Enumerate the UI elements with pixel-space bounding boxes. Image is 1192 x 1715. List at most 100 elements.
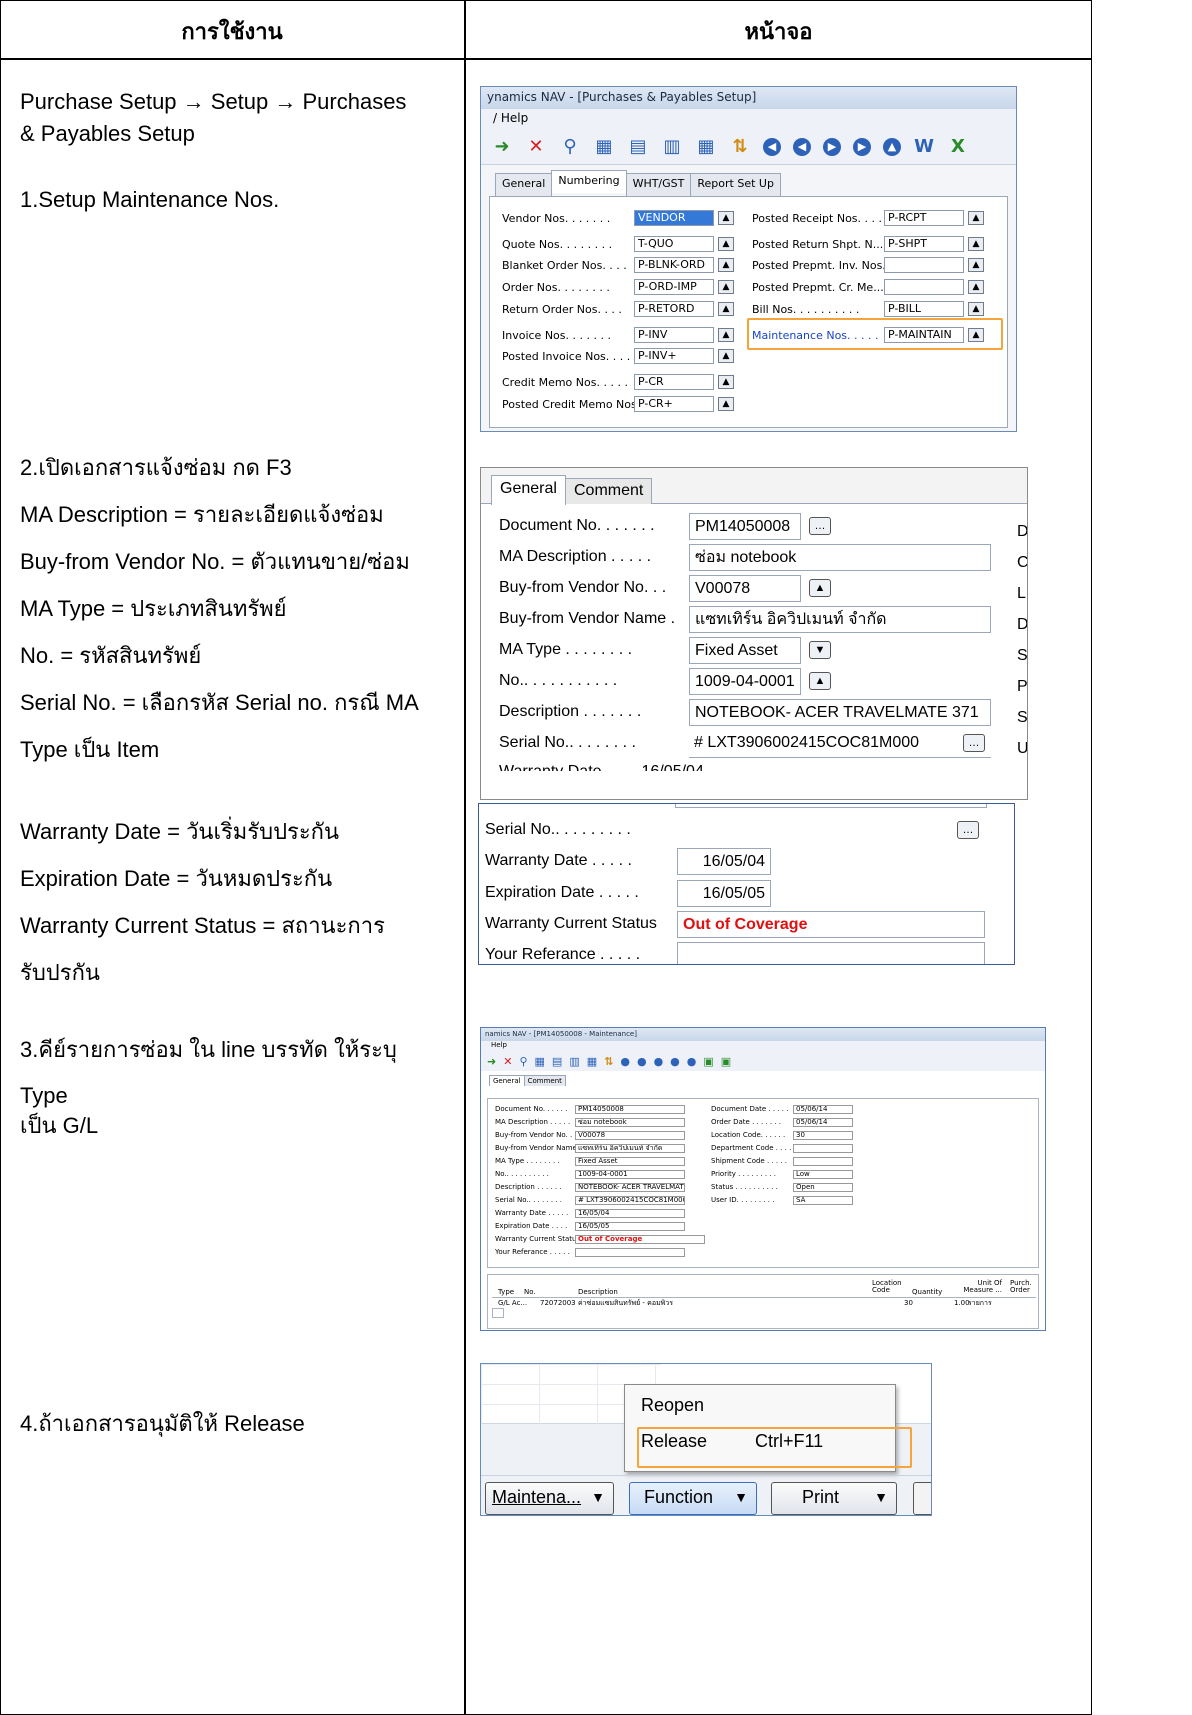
field-value[interactable]: 1009-04-0001 bbox=[575, 1169, 685, 1179]
field-value[interactable]: Out of Coverage bbox=[575, 1234, 705, 1244]
order-nos-field[interactable]: P-ORD-IMP bbox=[634, 279, 714, 295]
tab-comment[interactable]: Comment bbox=[523, 1075, 566, 1086]
asset-no-field[interactable]: 1009-04-0001 bbox=[689, 667, 801, 695]
lookup-icon[interactable]: ▲ bbox=[718, 397, 734, 411]
ellipsis-icon[interactable]: … bbox=[957, 821, 979, 839]
field-value[interactable]: 16/05/05 bbox=[575, 1221, 685, 1231]
field-value[interactable] bbox=[575, 1247, 685, 1257]
warranty-date-field[interactable]: 16/05/04 bbox=[677, 847, 771, 875]
posted-receipt-nos-field[interactable]: P-RCPT bbox=[884, 210, 964, 226]
first-icon[interactable]: ◀ bbox=[763, 137, 781, 156]
lookup-icon[interactable]: ▲ bbox=[718, 328, 734, 342]
field-value[interactable]: 30 bbox=[793, 1130, 853, 1140]
print-button[interactable]: Print ▼ bbox=[771, 1482, 897, 1515]
ma-description-field[interactable]: ซ่อม notebook bbox=[689, 543, 991, 571]
field-value[interactable]: 05/06/14 bbox=[793, 1104, 853, 1114]
list-icon[interactable]: ▦ bbox=[593, 136, 615, 158]
field-value[interactable]: SA bbox=[793, 1195, 853, 1205]
vendor-nos-field[interactable]: VENDOR bbox=[634, 210, 714, 226]
ellipsis-icon[interactable]: … bbox=[963, 734, 985, 752]
vendor-name-field[interactable]: แซทเทิร์น อิควิปเมนท์ จำกัด bbox=[689, 605, 991, 633]
lookup-icon[interactable]: ▲ bbox=[718, 211, 734, 225]
lookup-icon[interactable]: ▲ bbox=[718, 349, 734, 363]
blanket-order-nos-field[interactable]: P-BLNK-ORD bbox=[634, 257, 714, 273]
lookup-icon[interactable]: ▲ bbox=[718, 237, 734, 251]
field-value[interactable]: V00078 bbox=[575, 1130, 685, 1140]
posted-prepmt-inv-nos-field[interactable] bbox=[884, 257, 964, 273]
credit-memo-nos-field[interactable]: P-CR bbox=[634, 374, 714, 390]
dropdown-icon[interactable]: ▼ bbox=[809, 641, 831, 659]
excel-icon[interactable]: ▣ bbox=[721, 1055, 731, 1068]
tab-report-setup[interactable]: Report Set Up bbox=[690, 173, 781, 196]
grid-icon[interactable]: ▦ bbox=[695, 136, 717, 158]
word-icon[interactable]: W bbox=[913, 136, 935, 158]
field-value[interactable]: 16/05/04 bbox=[575, 1208, 685, 1218]
field-value[interactable]: # LXT3906002415COC81M000 bbox=[575, 1195, 685, 1205]
lookup-icon[interactable]: ▲ bbox=[718, 280, 734, 294]
tab-general[interactable]: General bbox=[491, 475, 566, 505]
ma-type-select[interactable]: Fixed Asset bbox=[689, 636, 801, 664]
return-order-nos-field[interactable]: P-RETORD bbox=[634, 301, 714, 317]
ellipsis-icon[interactable]: … bbox=[809, 517, 831, 535]
up-icon[interactable]: ● bbox=[687, 1055, 697, 1068]
lookup-icon[interactable]: ▲ bbox=[718, 258, 734, 272]
bill-nos-field[interactable]: P-BILL bbox=[884, 301, 964, 317]
prev-icon[interactable]: ● bbox=[637, 1055, 647, 1068]
lookup-icon[interactable]: ▲ bbox=[968, 280, 984, 294]
flow-icon[interactable]: ▥ bbox=[569, 1055, 579, 1068]
up-icon[interactable]: ▲ bbox=[883, 137, 901, 156]
expiration-date-field[interactable]: 16/05/05 bbox=[677, 879, 771, 907]
list-icon[interactable]: ▦ bbox=[535, 1055, 545, 1068]
lookup-icon[interactable]: ▲ bbox=[968, 211, 984, 225]
invoice-nos-field[interactable]: P-INV bbox=[634, 327, 714, 343]
post-icon[interactable]: ➜ bbox=[491, 136, 513, 158]
field-value[interactable]: Open bbox=[793, 1182, 853, 1192]
field-value[interactable]: NOTEBOOK- ACER TRAVELMATE 371 bbox=[575, 1182, 685, 1192]
flow-icon[interactable]: ▥ bbox=[661, 136, 683, 158]
tab-general[interactable]: General bbox=[495, 173, 553, 196]
card-icon[interactable]: ▤ bbox=[627, 136, 649, 158]
function-button[interactable]: Function ▼ bbox=[629, 1482, 757, 1515]
field-value[interactable]: แซทเทิร์น อิควิปเมนท์ จำกัด bbox=[575, 1143, 685, 1153]
posted-invoice-nos-field[interactable]: P-INV+ bbox=[634, 348, 714, 364]
table-row[interactable]: G/L Ac... 72072003 ค่าซ่อมแซมสินทรัพย์ -… bbox=[492, 1298, 1036, 1308]
field-value[interactable] bbox=[793, 1156, 853, 1166]
tab-wht-gst[interactable]: WHT/GST bbox=[625, 173, 692, 196]
last-icon[interactable]: ▶ bbox=[853, 137, 871, 156]
refresh-icon[interactable]: ⇅ bbox=[729, 136, 751, 158]
posted-return-shpt-nos-field[interactable]: P-SHPT bbox=[884, 236, 964, 252]
lookup-icon[interactable]: ▲ bbox=[968, 258, 984, 272]
field-value[interactable]: PM14050008 bbox=[575, 1104, 685, 1114]
field-value[interactable]: Fixed Asset bbox=[575, 1156, 685, 1166]
prev-icon[interactable]: ◀ bbox=[793, 137, 811, 156]
description-field[interactable]: NOTEBOOK- ACER TRAVELMATE 371 bbox=[689, 698, 991, 726]
posted-prepmt-cr-memo-nos-field[interactable] bbox=[884, 279, 964, 295]
lookup-icon[interactable]: ▲ bbox=[968, 237, 984, 251]
tab-comment[interactable]: Comment bbox=[565, 478, 653, 504]
grid-icon[interactable]: ▦ bbox=[587, 1055, 597, 1068]
card-icon[interactable]: ▤ bbox=[552, 1055, 562, 1068]
field-value[interactable]: 05/06/14 bbox=[793, 1117, 853, 1127]
lookup-icon[interactable]: ▲ bbox=[718, 375, 734, 389]
next-icon[interactable]: ▶ bbox=[823, 137, 841, 156]
quote-nos-field[interactable]: T-QUO bbox=[634, 236, 714, 252]
your-reference-field[interactable] bbox=[677, 941, 985, 964]
last-icon[interactable]: ● bbox=[670, 1055, 680, 1068]
delete-icon[interactable]: ✕ bbox=[525, 136, 547, 158]
lookup-icon[interactable]: ▲ bbox=[809, 672, 831, 690]
vendor-no-field[interactable]: V00078 bbox=[689, 574, 801, 602]
tab-general[interactable]: General bbox=[489, 1075, 525, 1086]
reopen-menu-item[interactable]: Reopen bbox=[641, 1395, 704, 1416]
serial-no-field[interactable]: # LXT3906002415COC81M000 bbox=[689, 729, 991, 757]
posted-credit-memo-nos-field[interactable]: P-CR+ bbox=[634, 396, 714, 412]
excel-icon[interactable]: X bbox=[947, 136, 969, 158]
first-icon[interactable]: ● bbox=[620, 1055, 630, 1068]
search-icon[interactable]: ⚲ bbox=[559, 136, 581, 158]
refresh-icon[interactable]: ⇅ bbox=[604, 1055, 613, 1068]
delete-icon[interactable]: ✕ bbox=[503, 1055, 512, 1068]
lookup-icon[interactable]: ▲ bbox=[968, 302, 984, 316]
field-value[interactable] bbox=[793, 1143, 853, 1153]
serial-no-field[interactable]: # LXT3906002415COC81M000 bbox=[677, 816, 917, 844]
word-icon[interactable]: ▣ bbox=[703, 1055, 713, 1068]
document-no-field[interactable]: PM14050008 bbox=[689, 512, 801, 540]
